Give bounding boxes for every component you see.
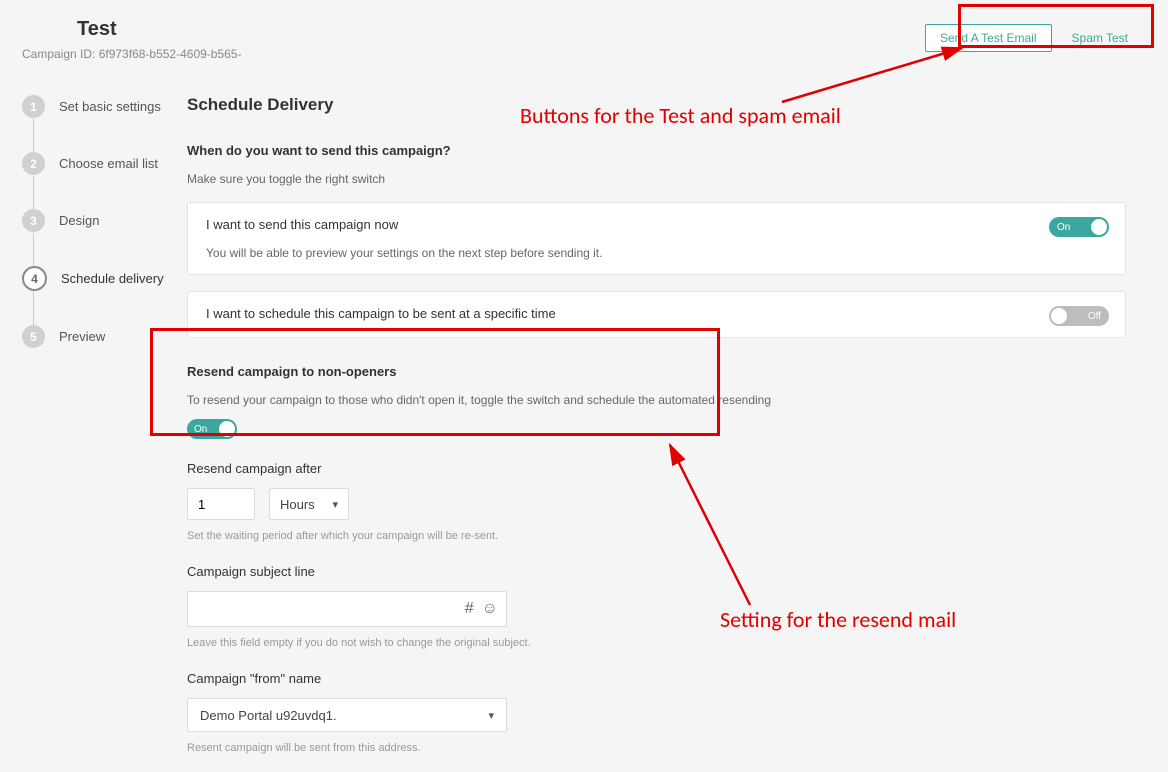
stepper: 1 Set basic settings 2 Choose email list… [22, 95, 187, 754]
page-title: Test [77, 18, 241, 41]
chevron-down-icon: ▾ [488, 709, 494, 722]
chevron-down-icon: ▾ [332, 498, 338, 511]
step-schedule-delivery[interactable]: 4 Schedule delivery [22, 266, 187, 325]
from-select[interactable]: Demo Portal u92uvdq1. ▾ [187, 698, 507, 732]
select-value: Hours [280, 497, 315, 512]
emoji-icon[interactable]: ☺ [482, 600, 498, 618]
card-send-now: I want to send this campaign now You wil… [187, 202, 1126, 275]
card-schedule-title: I want to schedule this campaign to be s… [206, 306, 1107, 321]
step-choose-email-list[interactable]: 2 Choose email list [22, 152, 187, 209]
subject-helper: Leave this field empty if you do not wis… [187, 637, 1126, 649]
step-basic-settings[interactable]: 1 Set basic settings [22, 95, 187, 152]
send-question-sub: Make sure you toggle the right switch [187, 172, 1126, 186]
from-label: Campaign "from" name [187, 671, 1126, 686]
card-send-now-sub: You will be able to preview your setting… [206, 246, 1107, 260]
card-send-now-title: I want to send this campaign now [206, 217, 1107, 232]
card-schedule: I want to schedule this campaign to be s… [187, 291, 1126, 338]
from-helper: Resent campaign will be sent from this a… [187, 742, 1126, 754]
send-question: When do you want to send this campaign? [187, 143, 1126, 158]
select-value: Demo Portal u92uvdq1. [200, 708, 337, 723]
step-label: Design [59, 213, 99, 228]
step-number: 4 [22, 266, 47, 291]
schedule-toggle[interactable]: Off [1049, 306, 1109, 326]
subject-label: Campaign subject line [187, 564, 1126, 579]
step-label: Schedule delivery [61, 271, 164, 286]
campaign-id-label: Campaign ID: 6f973f68-b552-4609-b565- [22, 47, 241, 61]
toggle-knob [1051, 308, 1067, 324]
resend-after-helper: Set the waiting period after which your … [187, 530, 1126, 542]
resend-toggle[interactable]: On [187, 419, 237, 439]
hash-icon[interactable]: # [465, 600, 474, 618]
step-number: 5 [22, 325, 45, 348]
step-design[interactable]: 3 Design [22, 209, 187, 266]
toggle-label: Off [1088, 311, 1101, 322]
main-heading: Schedule Delivery [187, 95, 1126, 115]
step-preview[interactable]: 5 Preview [22, 325, 187, 348]
toggle-label: On [194, 424, 207, 435]
resend-sub: To resend your campaign to those who did… [187, 393, 1126, 407]
send-test-email-button[interactable]: Send A Test Email [925, 24, 1052, 52]
step-number: 2 [22, 152, 45, 175]
toggle-label: On [1057, 222, 1070, 233]
resend-after-unit-select[interactable]: Hours ▾ [269, 488, 349, 520]
resend-after-input[interactable] [187, 488, 255, 520]
resend-after-label: Resend campaign after [187, 461, 1126, 476]
step-label: Set basic settings [59, 99, 161, 114]
resend-title: Resend campaign to non-openers [187, 364, 1126, 379]
subject-input[interactable] [196, 602, 465, 617]
toggle-knob [219, 421, 235, 437]
header-actions: Send A Test Email Spam Test [917, 18, 1146, 58]
step-number: 1 [22, 95, 45, 118]
step-label: Choose email list [59, 156, 158, 171]
toggle-knob [1091, 219, 1107, 235]
send-now-toggle[interactable]: On [1049, 217, 1109, 237]
step-label: Preview [59, 329, 105, 344]
subject-input-wrap: # ☺ [187, 591, 507, 627]
spam-test-button[interactable]: Spam Test [1062, 24, 1138, 52]
step-number: 3 [22, 209, 45, 232]
